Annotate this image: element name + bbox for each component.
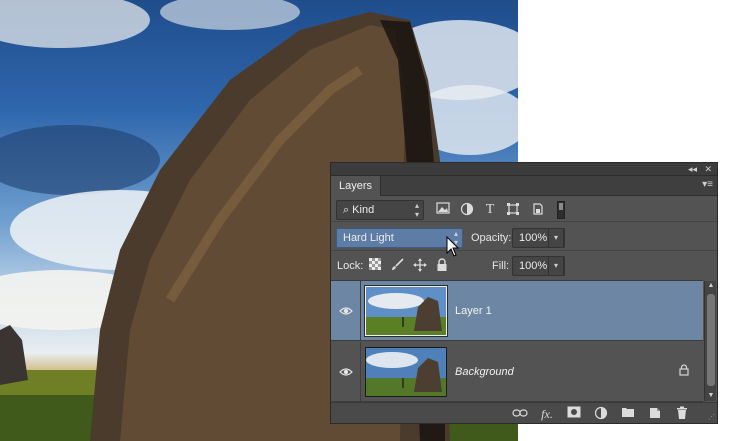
- layer-thumbnail: [364, 285, 448, 337]
- layers-bottom-bar: fx. ⋰: [331, 402, 717, 423]
- panel-tab-row: Layers ▾≡: [331, 176, 717, 196]
- new-adjustment-layer-icon[interactable]: [593, 406, 609, 422]
- smart-object-filter-icon[interactable]: [530, 202, 546, 218]
- scroll-up-arrow-icon[interactable]: ▲: [705, 281, 717, 291]
- blend-row: Hard Light ▴ ▾ Opacity: 100% ▾: [331, 225, 717, 251]
- fill-value: 100%: [519, 260, 548, 272]
- opacity-value: 100%: [519, 232, 548, 244]
- lock-image-pixels-brush-icon[interactable]: [389, 258, 405, 274]
- layer-row-background[interactable]: Background: [331, 342, 703, 402]
- layer-name[interactable]: Background: [455, 364, 514, 380]
- scroll-down-arrow-icon[interactable]: ▼: [705, 391, 717, 401]
- canvas-background: [518, 0, 740, 160]
- visibility-cell[interactable]: [331, 281, 361, 341]
- filter-kind-label: Kind: [352, 204, 375, 216]
- shape-layer-filter-icon[interactable]: [505, 202, 521, 218]
- lock-row: Lock: Fill: 100% ▾: [331, 253, 717, 279]
- panel-title-bar: ◂◂ ✕: [331, 163, 717, 176]
- layer-name[interactable]: Layer 1: [455, 303, 492, 319]
- add-mask-icon[interactable]: [566, 406, 582, 422]
- opacity-label: Opacity:: [471, 232, 512, 244]
- blend-mode-value: Hard Light: [343, 232, 394, 244]
- eye-icon[interactable]: [339, 365, 353, 379]
- layer-thumbnail: [365, 347, 447, 397]
- new-group-folder-icon[interactable]: [620, 406, 636, 422]
- panel-menu-icon[interactable]: ▾≡: [702, 179, 713, 191]
- collapse-panel-icon[interactable]: ◂◂: [688, 163, 697, 175]
- fill-label: Fill:: [492, 260, 510, 272]
- pixel-layer-filter-icon[interactable]: [435, 202, 451, 218]
- scroll-thumb[interactable]: [707, 294, 715, 386]
- delete-layer-trash-icon[interactable]: [674, 406, 690, 422]
- lock-transparent-pixels-icon[interactable]: [367, 258, 383, 274]
- layer-style-fx-icon[interactable]: fx.: [539, 406, 555, 422]
- layers-panel: ◂◂ ✕ Layers ▾≡ ⌕ Kind ▴ ▾ T Hard Light ▴ ▾: [330, 162, 718, 424]
- close-panel-icon[interactable]: ✕: [704, 163, 712, 175]
- opacity-slider-button[interactable]: ▾: [548, 228, 564, 248]
- layer-row-layer-1[interactable]: Layer 1: [331, 281, 703, 341]
- tab-layers[interactable]: Layers: [331, 176, 382, 196]
- new-layer-icon[interactable]: [647, 406, 663, 422]
- visibility-cell[interactable]: [331, 342, 361, 402]
- dropdown-arrows-icon: ▴ ▾: [414, 201, 419, 219]
- fill-slider-button[interactable]: ▾: [548, 256, 564, 276]
- eye-icon[interactable]: [339, 304, 353, 318]
- lock-all-padlock-icon[interactable]: [434, 258, 450, 274]
- type-layer-filter-icon[interactable]: T: [482, 202, 498, 218]
- filter-kind-dropdown[interactable]: ⌕ Kind ▴ ▾: [336, 200, 424, 220]
- lock-label: Lock:: [337, 260, 364, 272]
- layers-scrollbar[interactable]: ▲ ▼: [704, 281, 716, 401]
- filter-row: ⌕ Kind ▴ ▾ T: [331, 198, 717, 222]
- lock-icon[interactable]: [677, 364, 691, 378]
- mouse-cursor-icon: [446, 236, 460, 257]
- blend-mode-dropdown[interactable]: Hard Light ▴ ▾: [336, 228, 463, 248]
- filter-toggle-switch[interactable]: [557, 201, 565, 219]
- layers-list: Layer 1 Background: [331, 280, 703, 402]
- link-layers-icon[interactable]: [512, 406, 528, 422]
- search-icon: ⌕: [343, 204, 350, 216]
- adjustment-layer-filter-icon[interactable]: [459, 202, 475, 218]
- lock-position-move-icon[interactable]: [412, 258, 428, 274]
- resize-grip-icon[interactable]: ⋰: [708, 414, 715, 421]
